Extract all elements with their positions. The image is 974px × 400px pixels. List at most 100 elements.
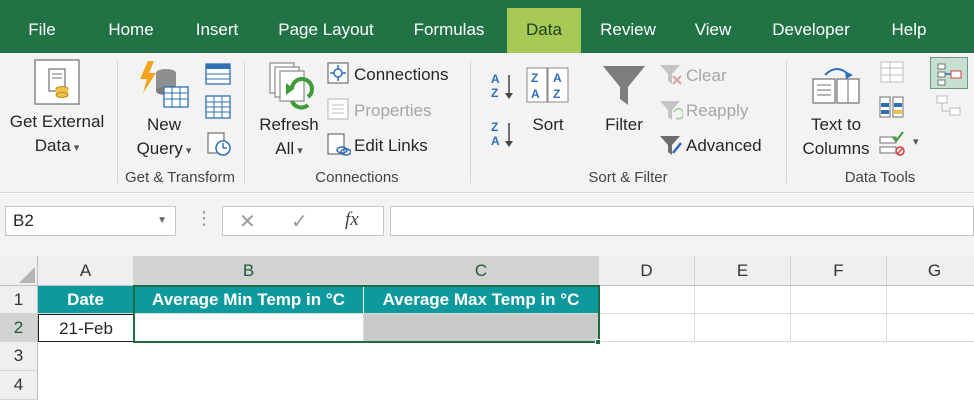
cell-b2[interactable] (134, 314, 364, 342)
svg-text:Z: Z (553, 87, 560, 101)
data-validation-icon[interactable] (879, 131, 905, 157)
cell-g2[interactable] (887, 314, 974, 342)
group-label-get-transform: Get & Transform (124, 169, 236, 186)
clear-button[interactable]: Clear (686, 64, 727, 88)
row-header-4[interactable]: 4 (0, 371, 38, 400)
tab-review[interactable]: Review (592, 8, 664, 53)
ribbon-tab-bar: File Home Insert Page Layout Formulas Da… (0, 0, 974, 53)
clear-filter-icon (660, 65, 682, 85)
group-label-sort-filter: Sort & Filter (588, 169, 668, 186)
advanced-filter-icon (660, 136, 682, 155)
tab-home[interactable]: Home (96, 8, 166, 53)
edit-links-icon (327, 133, 351, 156)
new-query-button[interactable]: New Query ▾ (122, 113, 206, 163)
data-validation-dropdown-icon[interactable]: ▾ (913, 135, 919, 148)
row-header-3[interactable]: 3 (0, 342, 38, 371)
cell-a2[interactable]: 21-Feb (38, 314, 134, 342)
name-box[interactable]: B2 ▼ (5, 206, 176, 236)
connections-icon (327, 62, 349, 84)
get-external-data-label-1: Get External (9, 112, 105, 131)
refresh-all-button[interactable]: Refresh All ▾ (250, 113, 328, 163)
name-box-value: B2 (13, 211, 34, 230)
new-query-label-2: Query (136, 139, 183, 158)
group-label-connections: Connections (315, 169, 399, 186)
cell-c1[interactable]: Average Max Temp in °C (364, 286, 599, 314)
cancel-icon[interactable]: ✕ (239, 209, 256, 234)
consolidate-button[interactable] (930, 57, 968, 89)
cell-d1[interactable] (599, 286, 695, 314)
tab-developer[interactable]: Developer (762, 8, 860, 53)
column-header-d[interactable]: D (599, 256, 695, 286)
svg-text:Z: Z (531, 71, 538, 85)
formula-buttons: ✕ ✓ fx (222, 206, 384, 236)
sort-button[interactable]: Sort (522, 113, 574, 137)
formula-bar-area: B2 ▼ ⋮ ✕ ✓ fx (0, 194, 974, 256)
relationships-icon[interactable] (936, 95, 962, 117)
show-queries-icon[interactable] (205, 63, 231, 85)
get-external-data-label-2: Data (34, 136, 71, 155)
formula-input[interactable] (390, 206, 974, 236)
column-header-c[interactable]: C (364, 256, 599, 286)
tab-view[interactable]: View (686, 8, 740, 53)
properties-icon (327, 98, 349, 120)
column-header-f[interactable]: F (791, 256, 887, 286)
svg-text:Z: Z (491, 86, 498, 100)
ribbon-separator (244, 61, 245, 183)
ribbon-data: Get External Data ▾ New Query ▾ Get & Tr… (0, 53, 974, 193)
properties-button[interactable]: Properties (354, 99, 431, 123)
row-header-1[interactable]: 1 (0, 286, 38, 314)
svg-text:Z: Z (491, 120, 498, 134)
sort-z-to-a-icon[interactable]: Z A (489, 119, 517, 151)
text-to-columns-label-1: Text to (810, 115, 862, 134)
cell-c2[interactable] (364, 314, 599, 342)
insert-function-icon[interactable]: fx (345, 209, 359, 231)
flash-fill-icon[interactable] (880, 61, 904, 83)
cell-e2[interactable] (695, 314, 791, 342)
refresh-all-icon (269, 62, 314, 110)
tab-data[interactable]: Data (507, 8, 581, 53)
recent-sources-icon[interactable] (206, 131, 232, 157)
tab-insert[interactable]: Insert (186, 8, 248, 53)
tab-formulas[interactable]: Formulas (404, 8, 494, 53)
group-label-data-tools: Data Tools (844, 169, 916, 186)
tab-page-layout[interactable]: Page Layout (268, 8, 384, 53)
cell-d2[interactable] (599, 314, 695, 342)
get-external-data-button[interactable]: Get External Data ▾ (2, 110, 112, 160)
column-header-g[interactable]: G (887, 256, 974, 286)
refresh-all-label-2: All (275, 139, 295, 158)
edit-links-button[interactable]: Edit Links (354, 134, 428, 158)
formula-bar-grip-icon[interactable]: ⋮ (195, 208, 213, 229)
select-all-corner[interactable] (0, 256, 38, 286)
tab-help[interactable]: Help (882, 8, 936, 53)
cell-a1[interactable]: Date (38, 286, 134, 314)
fill-handle[interactable] (595, 339, 601, 345)
cell-g1[interactable] (887, 286, 974, 314)
cell-b1[interactable]: Average Min Temp in °C (134, 286, 364, 314)
column-header-e[interactable]: E (695, 256, 791, 286)
enter-icon[interactable]: ✓ (291, 209, 308, 234)
filter-icon (603, 66, 645, 105)
cell-f1[interactable] (791, 286, 887, 314)
remove-duplicates-icon[interactable] (879, 95, 905, 119)
name-box-dropdown-icon[interactable]: ▼ (157, 207, 167, 235)
from-table-icon[interactable] (205, 95, 231, 119)
connections-button[interactable]: Connections (354, 63, 449, 87)
filter-button[interactable]: Filter (596, 113, 652, 137)
cell-f2[interactable] (791, 314, 887, 342)
svg-text:A: A (553, 71, 562, 85)
reapply-button[interactable]: Reapply (686, 99, 748, 123)
column-header-b[interactable]: B (134, 256, 364, 286)
new-query-label-1: New (146, 115, 181, 134)
column-header-a[interactable]: A (38, 256, 134, 286)
sort-a-to-z-icon[interactable]: A Z (489, 71, 517, 103)
get-external-data-icon (34, 59, 80, 105)
advanced-button[interactable]: Advanced (686, 134, 762, 158)
sort-icon: Z A A Z (526, 67, 569, 103)
spreadsheet-grid: A B C D E F G 1 2 3 4 Date Average Min T… (0, 256, 974, 400)
text-to-columns-button[interactable]: Text to Columns (796, 113, 876, 161)
row-header-2[interactable]: 2 (0, 314, 38, 342)
tab-file[interactable]: File (18, 8, 66, 53)
text-to-columns-label-2: Columns (802, 139, 870, 158)
cell-e1[interactable] (695, 286, 791, 314)
refresh-all-label-1: Refresh (259, 115, 319, 134)
